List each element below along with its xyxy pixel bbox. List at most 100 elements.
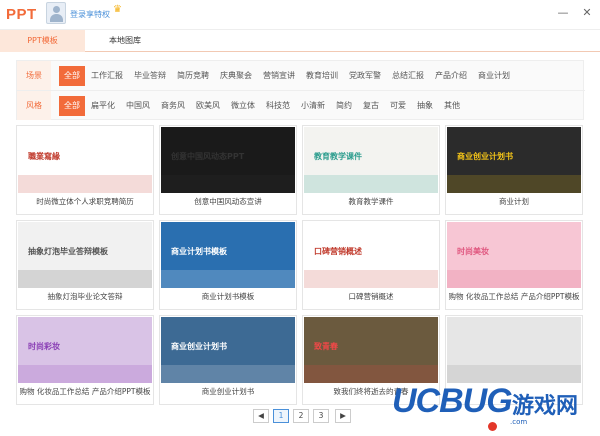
next-page-button[interactable]: ▶ xyxy=(335,409,351,423)
style-chip[interactable]: 科技范 xyxy=(261,96,295,116)
avatar[interactable] xyxy=(46,2,66,24)
template-thumbnail: 致青春 xyxy=(304,317,438,383)
scene-chip[interactable]: 产品介绍 xyxy=(430,66,472,86)
scene-chip[interactable]: 营销宣讲 xyxy=(258,66,300,86)
thumbnail-band xyxy=(304,175,438,193)
page-2-button[interactable]: 2 xyxy=(293,409,309,423)
template-caption: 购物 化妆品工作总结 产品介绍PPT模板 xyxy=(19,387,151,396)
page-1-button[interactable]: 1 xyxy=(273,409,289,423)
style-chip[interactable]: 微立体 xyxy=(226,96,260,116)
thumbnail-band xyxy=(447,175,581,193)
thumbnail-band xyxy=(18,270,152,288)
thumbnail-title: 创意中国风动态PPT xyxy=(171,152,245,161)
app-logo: PPT xyxy=(6,6,37,23)
scene-chip[interactable]: 党政军警 xyxy=(344,66,386,86)
template-card[interactable]: 创意中国风动态PPT 创意中国风动态宣讲 xyxy=(159,125,297,215)
scene-chip[interactable]: 工作汇报 xyxy=(86,66,128,86)
style-chip[interactable]: 商务风 xyxy=(156,96,190,116)
template-caption: 商业计划书模板 xyxy=(201,292,255,301)
close-button[interactable]: ✕ xyxy=(580,6,594,20)
thumbnail-band xyxy=(304,365,438,383)
scene-chip[interactable]: 总结汇报 xyxy=(387,66,429,86)
thumbnail-band xyxy=(18,175,152,193)
template-thumbnail: 时尚美妆 xyxy=(447,222,581,288)
scene-filter-label: 场景 xyxy=(17,61,51,90)
avatar-head-icon xyxy=(53,6,60,13)
tab-bar: PPT模板 本地图库 xyxy=(0,30,600,52)
template-card[interactable]: 时尚彩妆购物 化妆品工作总结 产品介绍PPT模板 xyxy=(16,315,154,405)
thumbnail-band xyxy=(447,365,581,383)
login-link[interactable]: 登录享特权 xyxy=(70,9,110,20)
tab-local-gallery[interactable]: 本地图库 xyxy=(85,30,165,52)
template-card[interactable]: 商业计划书模板 商业计划书模板 xyxy=(159,220,297,310)
thumbnail-title: 職業寫緣 xyxy=(28,152,60,161)
template-thumbnail: 商业创业计划书 xyxy=(161,317,295,383)
tab-ppt-templates[interactable]: PPT模板 xyxy=(0,30,85,52)
template-card[interactable]: 教育教学课件 教育教学课件 xyxy=(302,125,440,215)
thumbnail-title: 抽象灯泡毕业答辩模板 xyxy=(28,247,108,256)
scene-chip[interactable]: 毕业答辩 xyxy=(129,66,171,86)
template-thumbnail xyxy=(447,317,581,383)
style-chip[interactable]: 小清新 xyxy=(296,96,330,116)
filter-panel: 场景 全部 工作汇报 毕业答辩 简历竞聘 庆典聚会 营销宣讲 教育培训 党政军警 总结汇报 产品介… xyxy=(16,60,585,121)
template-card[interactable]: 时尚美妆购物 化妆品工作总结 产品介绍PPT模板 xyxy=(445,220,583,310)
minimize-button[interactable]: — xyxy=(556,6,570,20)
style-chip[interactable]: 可爱 xyxy=(385,96,411,116)
template-caption: 购物 化妆品工作总结 产品介绍PPT模板 xyxy=(448,292,580,301)
template-thumbnail: 商业创业计划书 xyxy=(447,127,581,193)
thumbnail-title: 商业创业计划书 xyxy=(171,342,227,351)
thumbnail-title: 时尚彩妆 xyxy=(28,342,60,351)
scene-chip[interactable]: 商业计划 xyxy=(473,66,515,86)
style-chip[interactable]: 欧美风 xyxy=(191,96,225,116)
scene-filter-row: 场景 全部 工作汇报 毕业答辩 简历竞聘 庆典聚会 营销宣讲 教育培训 党政军警 总结汇报 产品介… xyxy=(17,61,585,91)
template-caption: 商业计划 xyxy=(499,197,529,206)
style-filter-label: 风格 xyxy=(17,91,51,120)
thumbnail-title: 商业创业计划书 xyxy=(457,152,513,161)
thumbnail-band xyxy=(161,365,295,383)
style-chip[interactable]: 简约 xyxy=(331,96,357,116)
avatar-body-icon xyxy=(50,14,63,22)
scene-chip[interactable]: 简历竞聘 xyxy=(172,66,214,86)
thumbnail-band xyxy=(304,270,438,288)
style-filter-row: 风格 全部 扁平化 中国风 商务风 欧美风 微立体 科技范 小清新 简约 复古 可爱 抽象 其他 xyxy=(17,91,585,121)
template-card[interactable]: 職業寫緣时尚微立体个人求职竞聘简历 xyxy=(16,125,154,215)
scene-chip[interactable]: 教育培训 xyxy=(301,66,343,86)
style-chip[interactable]: 抽象 xyxy=(412,96,438,116)
crown-icon: ♛ xyxy=(113,4,122,15)
template-caption: 时尚微立体个人求职竞聘简历 xyxy=(36,197,134,206)
template-caption: 口碑营销概述 xyxy=(348,292,394,301)
scene-chip-list: 全部 工作汇报 毕业答辩 简历竞聘 庆典聚会 营销宣讲 教育培训 党政军警 总结汇报 产品介绍 商业… xyxy=(59,66,516,86)
thumbnail-band xyxy=(161,270,295,288)
prev-page-button[interactable]: ◀ xyxy=(253,409,269,423)
style-chip[interactable]: 扁平化 xyxy=(86,96,120,116)
template-card[interactable]: 商业创业计划书 商业创业计划书 xyxy=(159,315,297,405)
thumbnail-band xyxy=(18,365,152,383)
watermark-url: .com xyxy=(510,418,528,426)
thumbnail-title: 教育教学课件 xyxy=(314,152,362,161)
template-thumbnail: 職業寫緣 xyxy=(18,127,152,193)
watermark-dot-icon xyxy=(488,422,497,431)
template-card[interactable]: 商业创业计划书商业计划 xyxy=(445,125,583,215)
watermark: UCBUG 游戏网 .com xyxy=(392,382,600,436)
scene-chip[interactable]: 全部 xyxy=(59,66,85,86)
template-caption: 商业创业计划书 xyxy=(201,387,255,396)
watermark-brand: UCBUG xyxy=(392,382,513,420)
thumbnail-band xyxy=(447,270,581,288)
page-3-button[interactable]: 3 xyxy=(313,409,329,423)
style-chip[interactable]: 其他 xyxy=(439,96,465,116)
scene-chip[interactable]: 庆典聚会 xyxy=(215,66,257,86)
template-caption: 抽象灯泡毕业论文答辩 xyxy=(47,292,123,301)
thumbnail-title: 商业计划书模板 xyxy=(171,247,227,256)
watermark-cn: 游戏网 xyxy=(512,393,579,419)
template-thumbnail: 时尚彩妆 xyxy=(18,317,152,383)
style-chip[interactable]: 中国风 xyxy=(121,96,155,116)
style-chip[interactable]: 全部 xyxy=(59,96,85,116)
template-thumbnail: 抽象灯泡毕业答辩模板 xyxy=(18,222,152,288)
thumbnail-title: 致青春 xyxy=(314,342,338,351)
template-thumbnail: 教育教学课件 xyxy=(304,127,438,193)
style-chip-list: 全部 扁平化 中国风 商务风 欧美风 微立体 科技范 小清新 简约 复古 可爱 抽象 其他 xyxy=(59,96,466,116)
template-card[interactable]: 抽象灯泡毕业答辩模板抽象灯泡毕业论文答辩 xyxy=(16,220,154,310)
style-chip[interactable]: 复古 xyxy=(358,96,384,116)
template-thumbnail: 创意中国风动态PPT xyxy=(161,127,295,193)
template-card[interactable]: 口碑营销概述 口碑营销概述 xyxy=(302,220,440,310)
